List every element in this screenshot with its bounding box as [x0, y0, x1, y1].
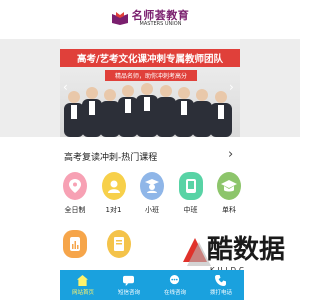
phone-icon	[215, 274, 227, 286]
teachers-photo	[64, 83, 232, 137]
course-medium-class[interactable]: 中班	[176, 172, 206, 215]
section-title: 高考复读冲刺-热门课程	[64, 153, 158, 163]
location-pin-icon	[63, 172, 87, 200]
course-label: 1对1	[105, 206, 122, 214]
header: 名师荟教育 MASTERS UNION	[0, 0, 300, 36]
tablet-icon	[178, 172, 203, 200]
carousel-next-slide	[240, 39, 300, 137]
course-label: 小班	[145, 206, 159, 214]
book-logo-icon	[111, 12, 128, 25]
site-logo[interactable]: 名师荟教育 MASTERS UNION	[111, 10, 190, 27]
tab-label: 网站首页	[71, 289, 94, 296]
bottom-tabbar: 网站首页 短信咨询 在线咨询 拨打电话	[60, 270, 244, 300]
course-fulltime[interactable]: 全日制	[60, 172, 90, 215]
tab-label: 拨打电话	[209, 289, 232, 296]
carousel-prev-slide	[0, 39, 60, 137]
course-item-6[interactable]	[60, 230, 90, 258]
sms-icon	[123, 275, 135, 286]
course-item-7[interactable]	[104, 230, 134, 258]
student-icon	[101, 172, 126, 200]
tab-home[interactable]: 网站首页	[71, 274, 94, 296]
logo-title: 名师荟教育	[131, 8, 190, 22]
tab-online-chat[interactable]: 在线咨询	[163, 274, 186, 296]
carousel-left-arrow-icon[interactable]: ‹	[63, 80, 68, 94]
chat-icon	[170, 274, 180, 284]
watermark-text: 酷数据	[207, 235, 286, 265]
hero-banner[interactable]: 高考/艺考文化课冲刺专属教师团队 精品名师，助你冲刺考高分	[60, 39, 240, 137]
course-single-subject[interactable]: 单科	[214, 172, 244, 215]
carousel-right-arrow-icon[interactable]: ›	[229, 80, 234, 94]
course-grid: 全日制 1对1 小班 中班 单科	[60, 172, 244, 215]
tab-sms[interactable]: 短信咨询	[118, 275, 140, 296]
course-label: 中班	[183, 206, 198, 214]
tab-label: 在线咨询	[163, 289, 186, 296]
course-one-on-one[interactable]: 1对1	[99, 172, 129, 215]
tab-phone[interactable]: 拨打电话	[209, 274, 232, 296]
graduate-icon	[140, 172, 164, 200]
course-label: 单科	[222, 206, 236, 214]
chevron-right-icon[interactable]: ›	[228, 147, 233, 162]
tab-label: 短信咨询	[117, 289, 140, 296]
logo-subtitle: MASTERS UNION	[139, 20, 182, 27]
graduation-cap-icon	[217, 172, 241, 200]
chart-icon	[63, 230, 87, 258]
course-small-class[interactable]: 小班	[137, 172, 167, 215]
banner-title: 高考/艺考文化课冲刺专属教师团队	[60, 49, 240, 67]
document-icon	[107, 230, 131, 258]
home-icon	[77, 274, 89, 286]
course-label: 全日制	[64, 206, 86, 214]
